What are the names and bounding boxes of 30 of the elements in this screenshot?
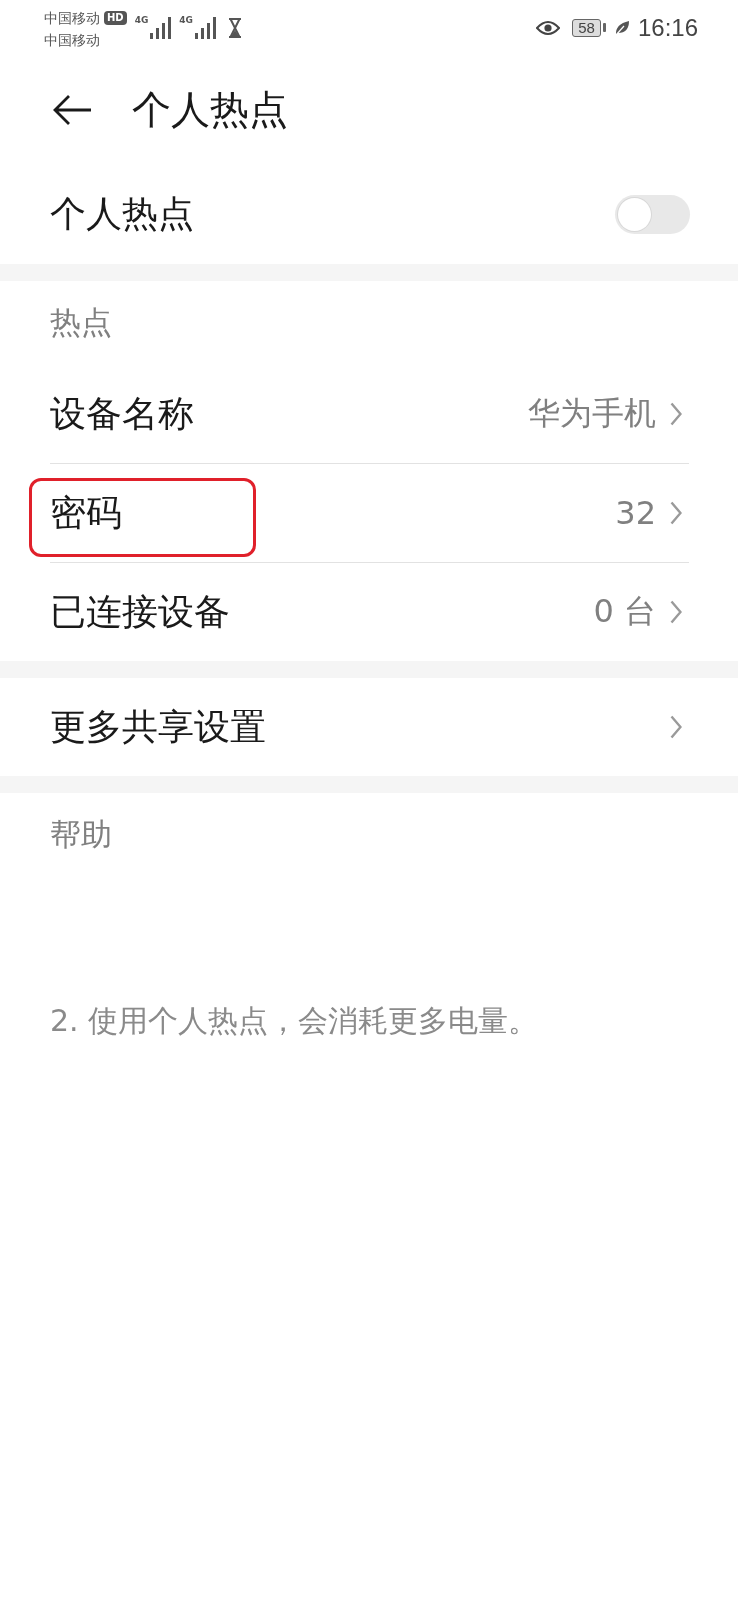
page-title: 个人热点 [132,86,288,134]
help-text: 2. 使用个人热点，会消耗更多电量。 [50,1002,539,1040]
eye-icon [536,19,561,36]
signal-bars-icon [149,16,172,39]
setting-label: 个人热点 [50,192,194,236]
network-type-label: 4G [179,14,193,25]
setting-value: 华为手机 [528,393,656,434]
section-header: 热点 [50,303,112,342]
hd-badge: HD [104,10,127,25]
leaf-icon [613,19,630,36]
setting-label[interactable]: 密码 [50,488,122,538]
battery-indicator: 58 [572,18,606,37]
carrier-name: 中国移动 [44,8,100,27]
setting-value: 32 [615,494,656,532]
back-arrow-icon[interactable] [52,94,92,126]
chevron-right-icon[interactable] [670,600,682,624]
toggle-switch[interactable] [615,195,690,234]
setting-value: 0 台 [593,591,656,632]
chevron-right-icon[interactable] [670,501,682,525]
carrier-name: 中国移动 [44,30,100,49]
clock-time: 16:16 [637,13,698,42]
setting-label[interactable]: 更多共享设置 [50,702,266,752]
setting-label[interactable]: 已连接设备 [50,587,230,637]
chevron-right-icon[interactable] [670,715,682,739]
signal-bars-icon [194,16,216,39]
chevron-right-icon[interactable] [670,402,682,426]
setting-label[interactable]: 设备名称 [50,389,194,439]
network-type-label: 4G [134,14,149,25]
section-header: 帮助 [50,815,112,854]
hourglass-icon [228,17,242,38]
